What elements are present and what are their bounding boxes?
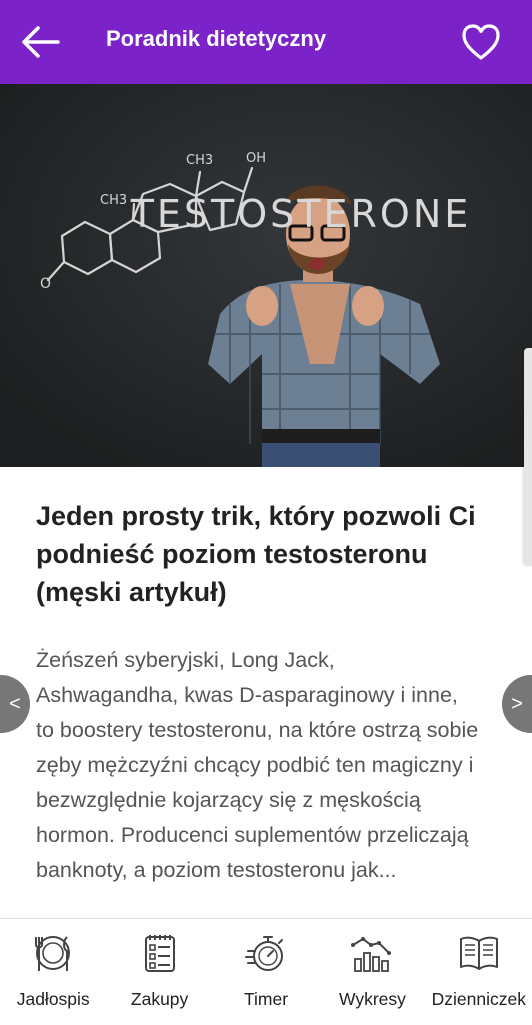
favorite-button[interactable] (458, 22, 504, 62)
nav-item-jadlospis[interactable]: Jadłospis (0, 919, 106, 1025)
shopping-list-icon (144, 935, 175, 972)
app-bar: Poradnik dietetyczny (0, 0, 532, 84)
bar-chart-icon (351, 937, 392, 972)
formula-label: OH (246, 151, 266, 166)
nav-label: Wykresy (338, 989, 406, 1009)
nav-item-dzienniczek[interactable]: Dzienniczek (426, 919, 532, 1025)
article-title: Jeden prosty trik, który pozwoli Ci podn… (36, 501, 476, 607)
back-button[interactable] (18, 22, 64, 62)
heart-outline-icon (462, 24, 500, 60)
scrollbar[interactable] (524, 348, 532, 566)
bottom-navigation: Jadłospis Zakupy Timer Wykresy Dziennicz… (0, 918, 532, 1025)
arrow-left-icon (22, 26, 60, 58)
page-title: Poradnik dietetyczny (106, 26, 327, 51)
nav-item-timer[interactable]: Timer (213, 919, 319, 1025)
nav-item-zakupy[interactable]: Zakupy (106, 919, 212, 1025)
nav-label: Jadłospis (16, 989, 90, 1009)
nav-item-wykresy[interactable]: Wykresy (319, 919, 425, 1025)
stopwatch-icon (245, 936, 284, 971)
article-body: Żeńszeń syberyjski, Long Jack, Ashwagand… (36, 648, 479, 882)
chevron-right-icon: > (511, 692, 523, 715)
nav-label: Zakupy (130, 989, 189, 1009)
formula-label: O (40, 276, 51, 292)
chevron-left-icon: < (9, 692, 21, 715)
hero-chalk-word: TESTOSTERONE (130, 192, 472, 236)
nav-label: Timer (243, 989, 289, 1009)
plate-cutlery-icon (35, 936, 71, 971)
nav-label: Dzienniczek (431, 989, 526, 1009)
formula-label: CH3 (186, 153, 213, 168)
article-content[interactable]: Jeden prosty trik, który pozwoli Ci podn… (0, 467, 532, 918)
article-hero-image: CH3 CH3 OH O TESTOSTERONE (0, 84, 532, 467)
book-icon (459, 936, 498, 970)
